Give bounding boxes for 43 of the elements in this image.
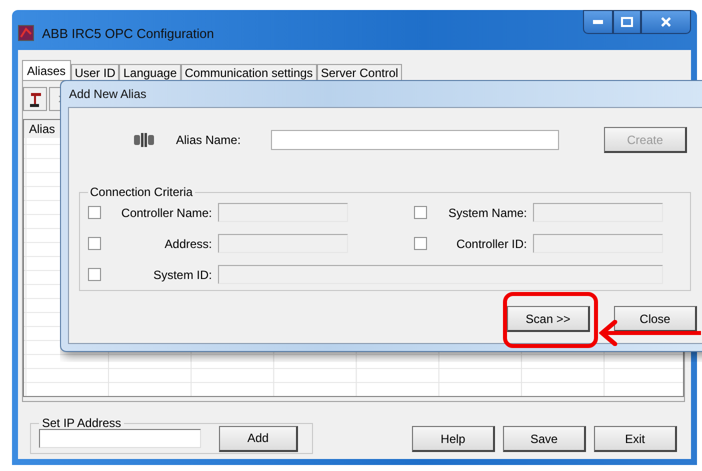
field-label: Address: (164, 236, 212, 250)
field-label: Controller Name: (120, 206, 212, 220)
alias-name-label: Alias Name: (176, 133, 242, 147)
group-title: Connection Criteria (89, 185, 194, 199)
field-label: System ID: (152, 268, 212, 282)
alias-name-field[interactable] (271, 130, 559, 150)
text-field[interactable] (218, 234, 348, 253)
dialog-title: Add New Alias (68, 86, 148, 103)
robot-button[interactable] (23, 87, 47, 111)
text-field[interactable] (218, 203, 348, 222)
checkbox[interactable] (88, 268, 101, 281)
dialog-button[interactable]: Save (503, 426, 586, 452)
tab[interactable]: User ID (70, 64, 120, 80)
field-label: System Name: (447, 206, 527, 220)
checkbox[interactable] (414, 237, 427, 250)
dialog-button[interactable]: Exit (594, 426, 677, 452)
maximize-icon (621, 17, 633, 27)
checkbox[interactable] (88, 237, 101, 250)
tab[interactable]: Aliases (22, 60, 71, 80)
minimize-button[interactable] (583, 10, 613, 34)
column-header: Alias (24, 120, 62, 138)
app-icon (18, 25, 34, 41)
minimize-icon (593, 20, 603, 24)
text-field[interactable] (218, 265, 663, 284)
tab[interactable]: Communication settings (180, 64, 317, 80)
close-icon (661, 17, 671, 27)
text-field[interactable] (533, 203, 663, 222)
tab[interactable]: Language (119, 64, 181, 80)
checkbox[interactable] (88, 206, 101, 219)
dialog-button[interactable]: Help (412, 426, 495, 452)
checkbox[interactable] (414, 206, 427, 219)
scan-button[interactable]: Scan >> (507, 306, 590, 332)
tab[interactable]: Server Control (316, 64, 402, 80)
window-title: ABB IRC5 OPC Configuration (42, 26, 214, 40)
connector-icon (133, 132, 155, 148)
add-button[interactable]: Add (219, 426, 298, 452)
maximize-button[interactable] (613, 10, 641, 34)
close-button[interactable]: Close (614, 306, 697, 332)
close-button[interactable] (641, 10, 691, 34)
ip-address-field[interactable] (39, 429, 201, 448)
field-label: Controller ID: (455, 236, 527, 250)
group-title: Set IP Address (41, 416, 122, 430)
text-field[interactable] (533, 234, 663, 253)
